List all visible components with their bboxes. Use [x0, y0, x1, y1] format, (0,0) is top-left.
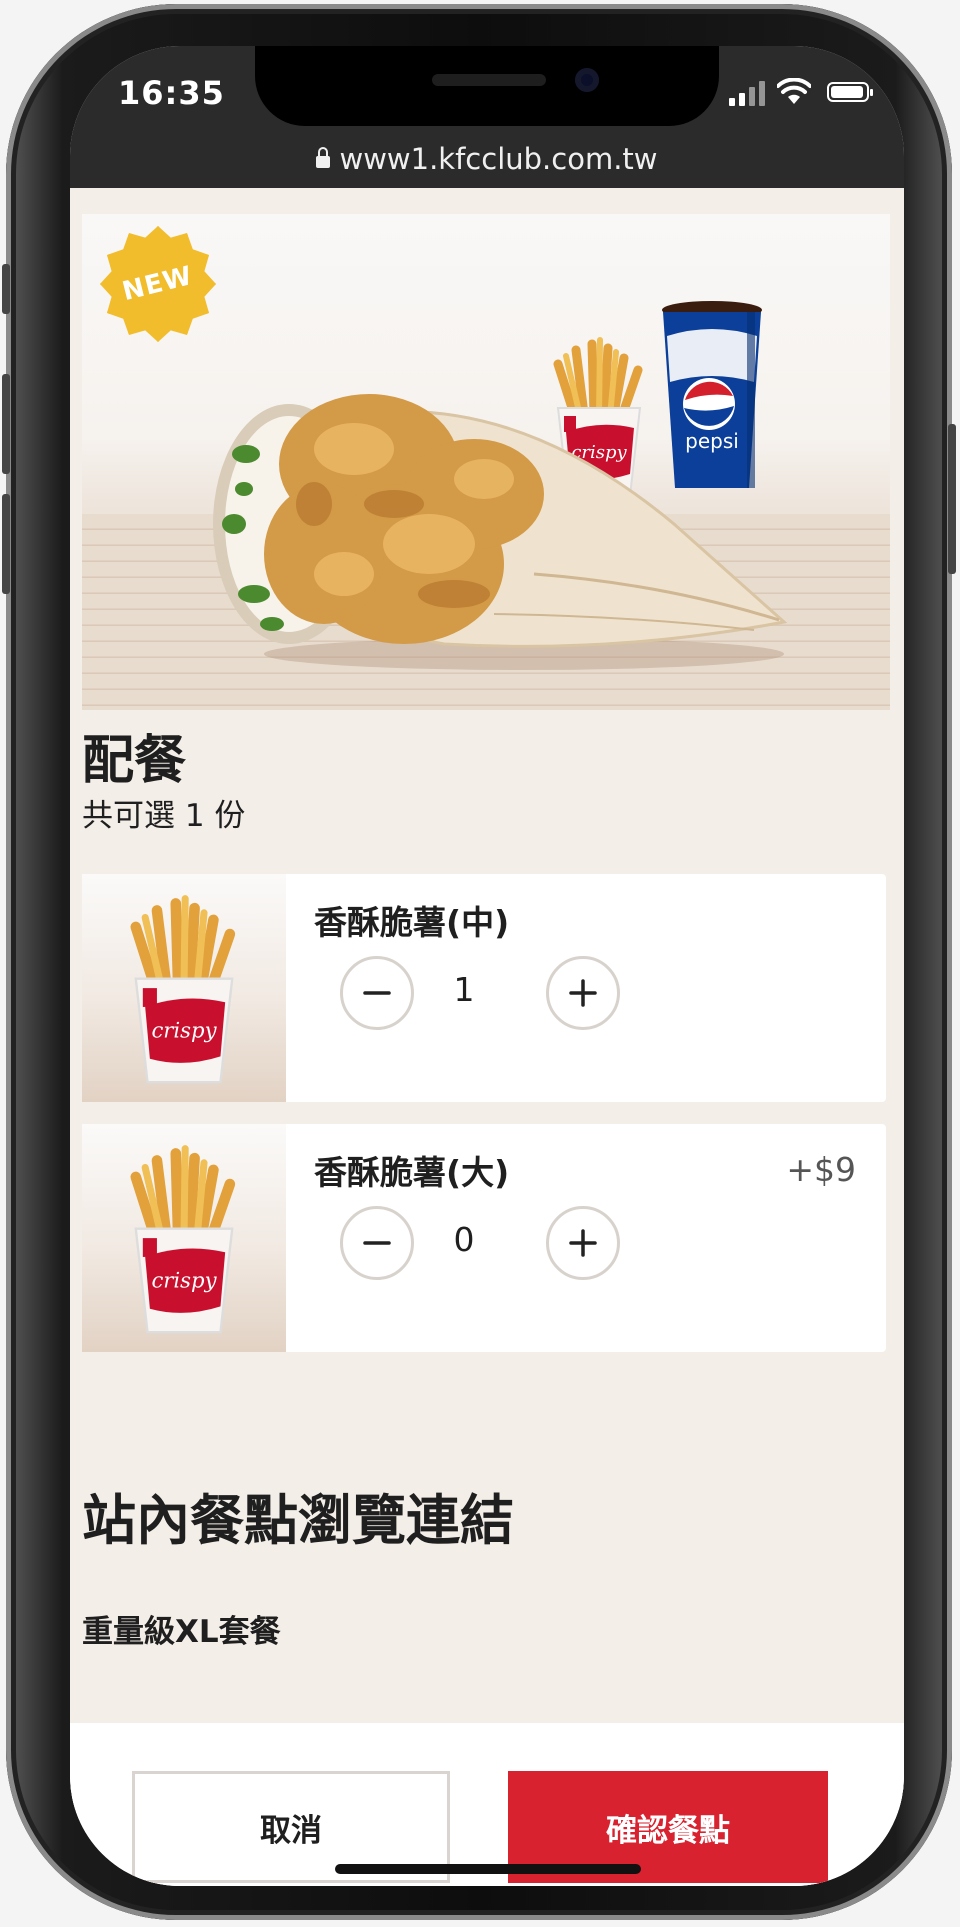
status-bar: 16:35 www1.kfcclub.com.tw	[70, 46, 904, 188]
decrease-quantity-button[interactable]	[340, 956, 414, 1030]
mute-switch	[2, 264, 10, 314]
wifi-icon	[777, 78, 811, 104]
section-subtitle: 共可選 1 份	[82, 798, 246, 834]
phone-frame: 16:35 www1.kfcclub.com.tw NEW pepsi 配餐 共…	[2, 4, 956, 1920]
item-thumbnail	[82, 1124, 286, 1352]
battery-icon	[827, 82, 873, 102]
new-badge: NEW	[100, 226, 216, 342]
decrease-quantity-button[interactable]	[340, 1206, 414, 1280]
cellular-signal-icon	[729, 80, 769, 106]
chicken-wrap-image	[213, 394, 788, 670]
list-item: 香酥脆薯(大) +$9 0	[82, 1124, 886, 1352]
fries-image	[104, 1144, 264, 1344]
address-bar[interactable]: www1.kfcclub.com.tw	[70, 142, 904, 176]
plus-icon	[569, 979, 597, 1007]
section-title: 配餐	[82, 731, 187, 791]
power-button	[948, 424, 956, 574]
status-time: 16:35	[118, 74, 225, 112]
quantity-value: 1	[453, 970, 475, 1009]
phone-screen: 16:35 www1.kfcclub.com.tw NEW pepsi 配餐 共…	[70, 46, 904, 1886]
quantity-value: 0	[453, 1220, 475, 1259]
notch	[255, 46, 719, 126]
plus-icon	[569, 1229, 597, 1257]
item-name: 香酥脆薯(大)	[314, 1153, 510, 1192]
volume-up-button	[2, 374, 10, 474]
front-camera	[575, 68, 599, 92]
new-badge-label: NEW	[119, 260, 197, 308]
increase-quantity-button[interactable]	[546, 956, 620, 1030]
links-heading: 站內餐點瀏覽連結	[82, 1489, 514, 1552]
menu-link[interactable]: 重量級XL套餐	[82, 1606, 281, 1651]
lock-icon	[316, 147, 331, 168]
item-price: +$9	[786, 1150, 856, 1189]
list-item: 香酥脆薯(中) 1	[82, 874, 886, 1102]
volume-down-button	[2, 494, 10, 594]
address-url: www1.kfcclub.com.tw	[339, 142, 658, 176]
bottom-action-bar: 取消 確認餐點	[70, 1723, 904, 1886]
speaker-grille	[432, 74, 546, 86]
item-name: 香酥脆薯(中)	[314, 903, 510, 942]
fries-image	[104, 894, 264, 1094]
item-thumbnail	[82, 874, 286, 1102]
increase-quantity-button[interactable]	[546, 1206, 620, 1280]
home-indicator[interactable]	[335, 1864, 641, 1874]
page-content: NEW pepsi 配餐 共可選 1 份 香酥脆薯(中) 1 香酥脆薯(大) +…	[70, 188, 904, 1886]
minus-icon	[363, 991, 391, 995]
minus-icon	[363, 1241, 391, 1245]
hero-image: NEW pepsi	[82, 214, 890, 710]
